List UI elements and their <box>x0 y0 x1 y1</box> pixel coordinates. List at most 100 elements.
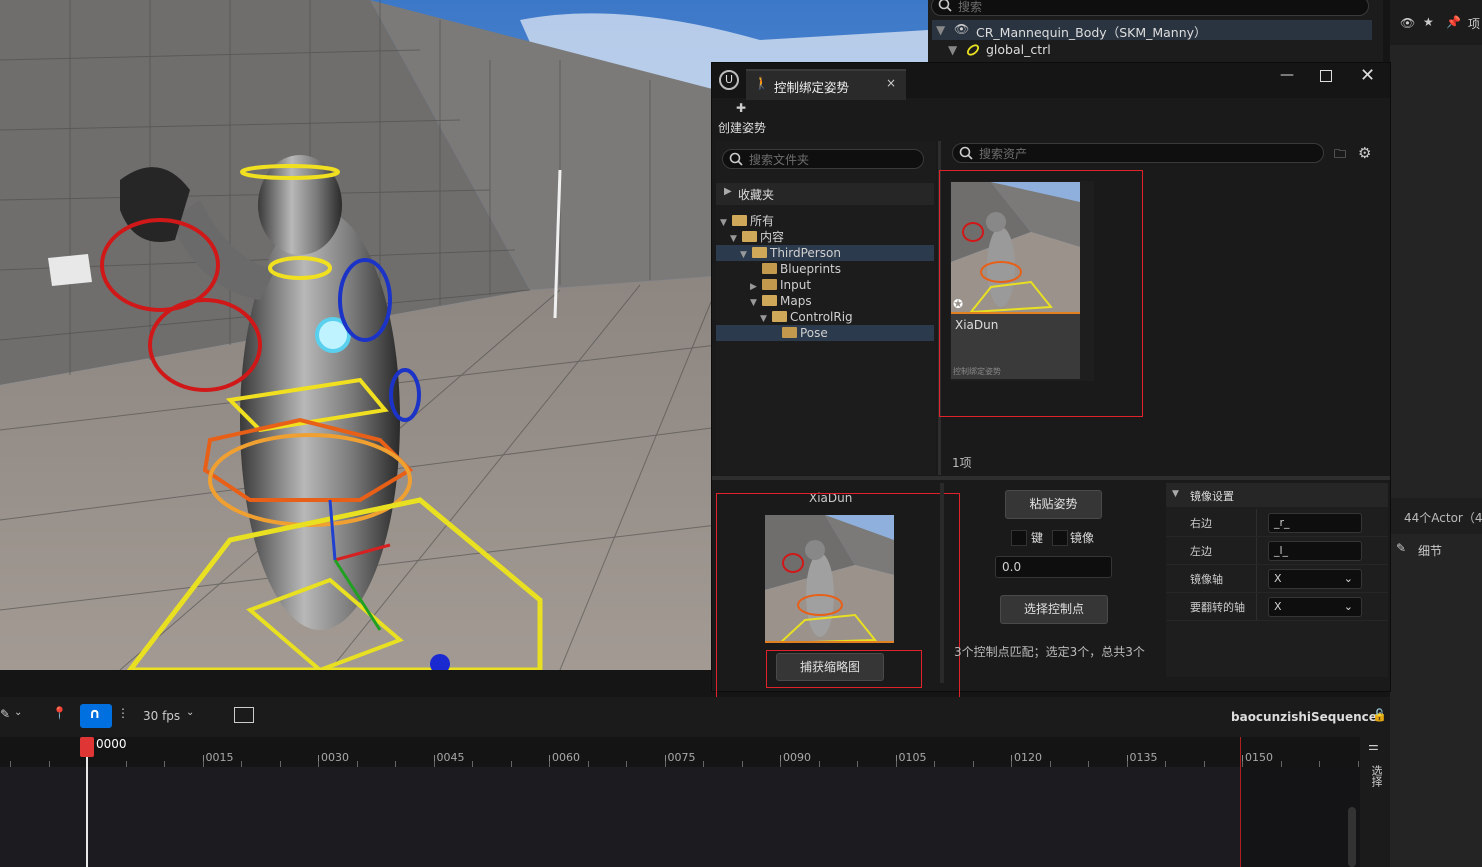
maximize-icon[interactable] <box>1320 70 1332 82</box>
asset-search-input[interactable]: 搜索资产 <box>952 143 1324 163</box>
close-window-icon[interactable]: ✕ <box>1360 65 1375 86</box>
folder-item[interactable]: ▼ 内容 <box>716 229 934 245</box>
folder-icon <box>742 231 757 242</box>
mirror-settings-panel: ▼ 镜像设置 右边 _r_ 左边 _l_ 镜像轴 X ⌄ 要翻转的轴 X ⌄ <box>1166 483 1388 677</box>
tab-label: 控制绑定姿势 <box>774 80 850 95</box>
folder-icon <box>732 215 747 226</box>
favorites-header[interactable]: ▶ 收藏夹 <box>716 183 934 205</box>
mirror-setting-label: 镜像轴 <box>1190 573 1223 586</box>
folder-item[interactable]: ▼ ControlRig <box>716 309 934 325</box>
pose-icon: 🚶 <box>754 76 769 90</box>
mirror-axis-dropdown[interactable]: X ⌄ <box>1268 597 1362 617</box>
folder-item[interactable]: ▼ 所有 <box>716 213 934 229</box>
folder-item[interactable]: ▼ ThirdPerson <box>716 245 934 261</box>
mirror-settings-header[interactable]: ▼ 镜像设置 <box>1166 483 1388 507</box>
mirror-text-field[interactable]: _r_ <box>1268 513 1362 533</box>
folder-item[interactable]: Blueprints <box>716 261 934 277</box>
playhead-line <box>86 757 88 867</box>
folder-label: ThirdPerson <box>770 246 841 260</box>
mirror-setting-value: X <box>1274 572 1282 585</box>
tab-control-rig-pose[interactable]: 🚶 控制绑定姿势 × <box>746 69 906 100</box>
visibility-eye-icon[interactable]: 👁 <box>1400 16 1415 30</box>
highlight-box <box>939 170 1143 417</box>
ruler-tick-label: 0075 <box>667 751 696 764</box>
asset-search-placeholder: 搜索资产 <box>979 147 1028 161</box>
track-area[interactable] <box>0 737 1360 867</box>
folder-icon <box>752 247 767 258</box>
folder-item[interactable]: ▶ Input <box>716 277 934 293</box>
close-tab-icon[interactable]: × <box>886 76 896 90</box>
folder-tree: ▼ 所有 ▼ 内容 ▼ ThirdPerson Blueprints ▶ Input ▼ Maps ▼… <box>716 213 934 341</box>
folder-search-input[interactable]: 搜索文件夹 <box>722 149 924 169</box>
chevron-down-icon[interactable]: ⌄ <box>186 707 194 718</box>
ruler-tick-label: 0045 <box>436 751 465 764</box>
ruler-tick-label: 0015 <box>205 751 234 764</box>
mirror-setting-row: 要翻转的轴 X ⌄ <box>1166 593 1388 621</box>
folder-icon <box>762 279 777 290</box>
folder-panel: 搜索文件夹 ▶ 收藏夹 ▼ 所有 ▼ 内容 ▼ ThirdPerson Blueprints… <box>716 141 936 475</box>
outliner-row-label: CR_Mannequin_Body（SKM_Manny） <box>976 25 1207 40</box>
blend-value-field[interactable]: 0.0 <box>995 556 1112 578</box>
mirror-setting-value: _l_ <box>1274 544 1289 557</box>
outliner-search-input[interactable]: 搜索 <box>931 0 1369 16</box>
status-text: 3个控制点匹配；选定3个，总共3个 <box>954 645 1145 659</box>
folder-icon <box>782 327 797 338</box>
filter-sliders-icon[interactable]: ⚌ <box>1368 739 1379 753</box>
visibility-eye-icon[interactable]: 👁 <box>954 22 969 36</box>
marker-pin-icon[interactable]: 📍 <box>52 706 67 720</box>
mirror-settings-title: 镜像设置 <box>1190 490 1234 503</box>
folder-icon <box>762 295 777 306</box>
window-titlebar: U 🚶 控制绑定姿势 × — ✕ <box>712 63 1390 100</box>
search-icon <box>959 146 973 160</box>
settings-gear-icon[interactable]: ⚙ <box>1358 144 1371 162</box>
folder-view-icon[interactable]: 🗀 <box>1334 145 1346 166</box>
time-ruler[interactable]: 0015 0030 0045 0060 0075 0090 0105 0120 0135 0150… <box>0 737 1360 767</box>
mirror-checkbox[interactable] <box>1052 530 1068 546</box>
mirror-setting-value: X <box>1274 600 1282 613</box>
paste-pose-button[interactable]: 粘贴姿势 <box>1005 490 1102 519</box>
minimize-icon[interactable]: — <box>1280 67 1294 83</box>
create-pose-button[interactable]: ✚ 创建姿势 <box>718 101 778 135</box>
folder-label: Blueprints <box>780 262 842 276</box>
mirror-setting-label: 左边 <box>1190 545 1212 558</box>
ruler-tick-label: 0060 <box>552 751 580 764</box>
actor-count: 44个Actor（4 <box>1404 511 1482 525</box>
details-tab[interactable]: 细节 <box>1418 542 1442 559</box>
outliner-row[interactable]: ▼ 👁 CR_Mannequin_Body（SKM_Manny） <box>932 20 1372 40</box>
chevron-down-icon[interactable]: ⌄ <box>14 707 22 718</box>
folder-item[interactable]: ▼ Maps <box>716 293 934 309</box>
star-icon[interactable]: ★ <box>1423 15 1434 29</box>
mirror-setting-label: 右边 <box>1190 517 1212 530</box>
select-controls-button[interactable]: 选择控制点 <box>1000 595 1108 624</box>
lock-icon[interactable]: 🔓 <box>1372 708 1387 722</box>
snap-toggle-button[interactable]: ∩ <box>80 704 112 728</box>
folder-icon <box>772 311 787 322</box>
key-checkbox[interactable] <box>1011 530 1027 546</box>
mirror-setting-row: 右边 _r_ <box>1166 509 1388 537</box>
expand-arrow-icon: ▼ <box>936 23 946 37</box>
folder-item[interactable]: Pose <box>716 325 934 341</box>
folder-label: ControlRig <box>790 310 853 324</box>
chevron-right-icon: ▶ <box>724 186 732 197</box>
pin-icon[interactable]: 📌 <box>1446 15 1461 29</box>
more-options-icon[interactable]: ⋮ <box>117 706 129 720</box>
ruler-tick-label: 0030 <box>321 751 349 764</box>
ruler-tick-label: 0120 <box>1014 751 1042 764</box>
item-count: 1项 <box>952 456 972 470</box>
outliner-row[interactable]: ▼ global_ctrl <box>932 40 1372 60</box>
mirror-label: 镜像 <box>1070 531 1095 545</box>
scrollbar[interactable] <box>1348 807 1356 867</box>
playhead-handle[interactable] <box>80 737 94 757</box>
chevron-down-icon: ⌄ <box>1343 600 1353 613</box>
curve-editor-icon[interactable] <box>234 707 254 723</box>
mirror-axis-dropdown[interactable]: X ⌄ <box>1268 569 1362 589</box>
details-strip: 👁 ★ 📌 项 44个Actor（4 ✎ 细节 <box>1390 0 1482 867</box>
create-pose-label: 创建姿势 <box>718 121 767 135</box>
folder-search-placeholder: 搜索文件夹 <box>749 153 810 167</box>
mirror-setting-label: 要翻转的轴 <box>1190 601 1245 614</box>
ruler-tick-label: 0105 <box>898 751 927 764</box>
edit-pen-icon[interactable]: ✎ <box>0 707 10 721</box>
fps-label[interactable]: 30 fps <box>143 709 180 723</box>
select-tab[interactable]: 选择 <box>1368 765 1384 787</box>
mirror-text-field[interactable]: _l_ <box>1268 541 1362 561</box>
